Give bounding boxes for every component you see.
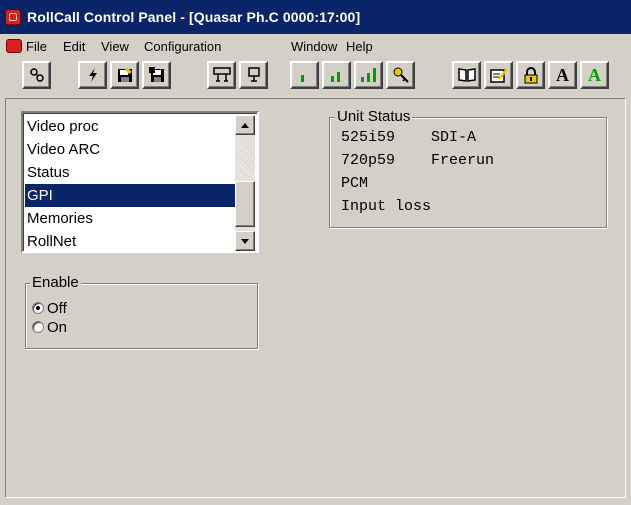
lock-icon [524, 66, 537, 83]
save-all-icon [148, 67, 164, 82]
document-icon[interactable] [6, 39, 22, 53]
signal-medium-icon [330, 72, 340, 82]
edit-icon [489, 68, 508, 83]
list-item-selected[interactable]: GPI [25, 184, 236, 207]
enable-off-option[interactable]: Off [32, 299, 67, 317]
signal-high-icon [360, 68, 376, 82]
radio-on[interactable] [32, 321, 44, 333]
book-button[interactable] [452, 61, 481, 89]
connect-button[interactable] [22, 61, 51, 89]
radio-off[interactable] [32, 302, 44, 314]
signal-medium-button[interactable] [322, 61, 351, 89]
font-black-button[interactable]: A [548, 61, 577, 89]
edit-button[interactable] [484, 61, 513, 89]
scroll-up-button[interactable] [235, 115, 255, 135]
status-line-audio: PCM [341, 175, 369, 192]
menu-view[interactable]: View [101, 39, 129, 54]
key-button[interactable] [386, 61, 415, 89]
lock-button[interactable] [516, 61, 545, 89]
arrow-down-icon [241, 238, 249, 244]
network-icon [212, 67, 231, 82]
list-item[interactable]: Memories [25, 207, 236, 230]
title-bar[interactable]: RollCall Control Panel - [Quasar Ph.C 00… [0, 0, 631, 34]
book-icon [457, 68, 476, 82]
list-item[interactable]: Video proc [25, 115, 236, 138]
connect-icon [29, 68, 44, 82]
status-line-reference: 720p59 Freerun [341, 152, 495, 169]
main-window: RollCall Control Panel - [Quasar Ph.C 00… [0, 0, 631, 505]
unit-button[interactable] [239, 61, 268, 89]
enable-on-option[interactable]: On [32, 318, 67, 336]
enable-title: Enable [30, 274, 81, 292]
network-button[interactable] [207, 61, 236, 89]
key-icon [393, 67, 409, 83]
menu-edit[interactable]: Edit [63, 39, 85, 54]
status-line-input: Input loss [341, 198, 432, 215]
scroll-down-button[interactable] [235, 231, 255, 251]
radio-off-label: Off [47, 299, 67, 317]
signal-low-icon [300, 75, 304, 82]
category-listbox[interactable]: Video proc Video ARC Status GPI Memories… [21, 111, 259, 253]
signal-low-button[interactable] [290, 61, 319, 89]
arrow-up-icon [241, 122, 249, 128]
enable-group: Enable Off On [25, 274, 258, 349]
unit-status-group: Unit Status 525i59 SDI-A 720p59 Freerun … [329, 108, 607, 228]
app-icon[interactable] [5, 9, 21, 25]
list-item[interactable]: Video ARC [25, 138, 236, 161]
menu-window[interactable]: Window [291, 39, 337, 54]
save-all-button[interactable] [142, 61, 171, 89]
font-green-button[interactable]: A [580, 61, 609, 89]
toolbar: A A [0, 58, 631, 98]
save-button[interactable] [110, 61, 139, 89]
radio-on-label: On [47, 318, 68, 336]
status-line-format: 525i59 SDI-A [341, 129, 477, 146]
font-black-icon: A [556, 64, 569, 85]
list-item[interactable]: RollNet [25, 230, 236, 251]
unit-icon [247, 67, 260, 82]
unit-status-title: Unit Status [335, 108, 413, 126]
menu-help[interactable]: Help [346, 39, 373, 54]
menu-configuration[interactable]: Configuration [144, 39, 221, 54]
lightning-icon [88, 68, 97, 82]
list-item[interactable]: Status [25, 161, 236, 184]
menu-file[interactable]: File [26, 39, 47, 54]
list-scrollbar[interactable] [235, 115, 255, 251]
font-green-icon: A [588, 64, 601, 85]
lightning-button[interactable] [78, 61, 107, 89]
scroll-thumb[interactable] [235, 181, 255, 227]
window-title: RollCall Control Panel - [Quasar Ph.C 00… [27, 9, 361, 25]
signal-high-button[interactable] [354, 61, 383, 89]
save-icon [117, 67, 132, 82]
menu-bar: File Edit View Configuration Window Help [0, 34, 631, 58]
